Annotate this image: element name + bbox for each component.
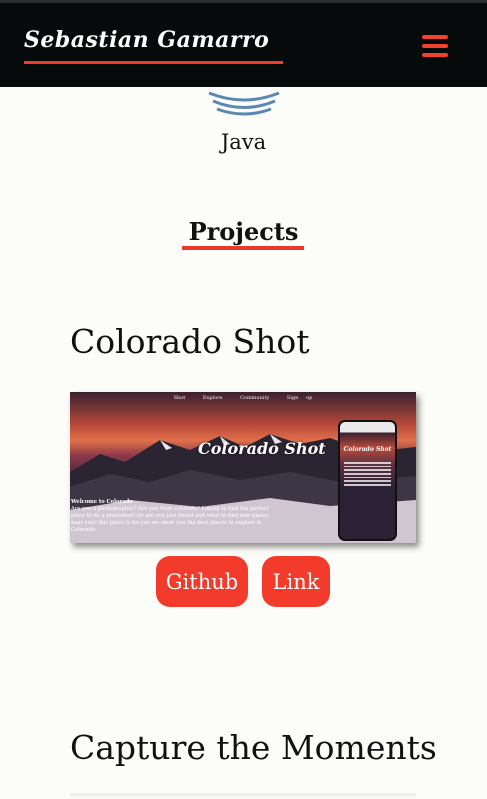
project-title: Colorado Shot xyxy=(70,322,310,361)
screenshot-nav-item: Explore xyxy=(202,395,223,401)
skill-label: Java xyxy=(220,130,267,154)
link-button[interactable]: Link xyxy=(262,556,330,607)
screenshot-nav-item: Shot xyxy=(173,395,186,401)
screenshot-welcome-text: Are you a photographer? Are you from col… xyxy=(71,506,269,533)
projects-heading: Projects xyxy=(188,217,299,246)
phone-screen: Colorado Shot xyxy=(340,422,395,539)
project-screenshot: Shot Explore Community Sign up Colorado … xyxy=(70,392,416,543)
brand-logo-text[interactable]: Sebastian Gamarro xyxy=(24,27,269,53)
screenshot-brand: Colorado Shot xyxy=(198,439,326,458)
next-project-card-edge xyxy=(70,793,416,799)
project-title: Capture the Moments xyxy=(70,728,437,767)
hamburger-menu-icon[interactable] xyxy=(418,31,452,61)
brand-underline xyxy=(24,61,283,64)
phone-mockup: Colorado Shot xyxy=(338,420,397,541)
screenshot-welcome: Welcome to Colorado Are you a photograph… xyxy=(71,499,281,534)
phone-text-lines xyxy=(344,462,391,492)
screenshot-nav-item: Sign up xyxy=(286,395,313,401)
screenshot-nav-item: Community xyxy=(240,395,270,401)
site-header: Sebastian Gamarro xyxy=(0,3,487,87)
java-logo-icon xyxy=(208,91,280,116)
phone-brand: Colorado Shot xyxy=(343,446,392,453)
screenshot-welcome-heading: Welcome to Colorado xyxy=(71,499,133,505)
projects-heading-underline xyxy=(182,246,304,250)
github-button[interactable]: Github xyxy=(156,556,248,607)
screenshot-nav: Shot Explore Community Sign up xyxy=(70,395,416,401)
